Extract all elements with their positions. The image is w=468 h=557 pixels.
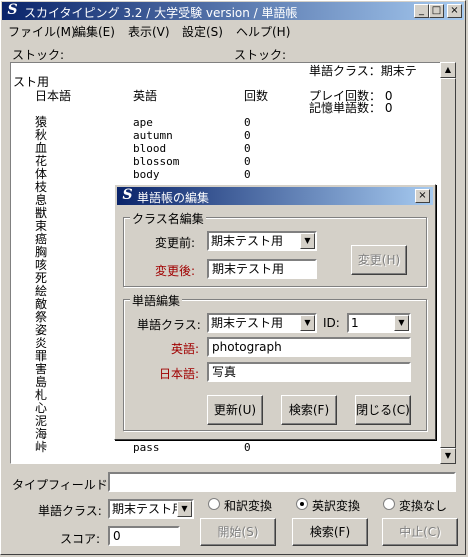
before-label: 変更前: [155, 236, 196, 250]
radio-no-conversion-label: 変換なし [399, 499, 448, 513]
dialog-title-bar[interactable]: S 単語帳の編集 × [117, 187, 433, 205]
chevron-down-icon[interactable]: ▼ [300, 315, 315, 331]
word-class-value: 期末テスト用 [211, 316, 284, 330]
dialog-title: 単語帳の編集 [137, 191, 210, 205]
radio-no-conversion[interactable] [383, 498, 395, 510]
scroll-thumb[interactable] [440, 78, 456, 448]
before-value: 期末テスト用 [211, 234, 284, 248]
row-count: 0 [244, 129, 251, 142]
app-icon: S [7, 2, 18, 18]
scroll-down-icon[interactable]: ▼ [440, 448, 456, 464]
chevron-down-icon[interactable]: ▼ [394, 315, 409, 331]
score-label: スコア: [60, 532, 101, 546]
word-class-select[interactable]: 期末テスト用 ▼ [207, 313, 317, 333]
close-button[interactable]: × [447, 4, 462, 18]
maximize-button[interactable]: □ [429, 4, 444, 18]
row-english: blood [133, 142, 167, 155]
row-english: ape [133, 116, 153, 129]
row-japanese: 峠 [35, 440, 48, 454]
chevron-down-icon[interactable]: ▼ [300, 233, 315, 249]
radio-en-translation[interactable] [296, 498, 308, 510]
dialog-app-icon: S [122, 187, 133, 203]
class-edit-title: クラス名編集 [130, 210, 206, 227]
header-jp: 日本語 [35, 89, 72, 103]
menu-edit[interactable]: 編集(E) [74, 23, 115, 40]
radio-en-translation-label: 英訳変換 [312, 499, 361, 513]
stop-button[interactable]: 中止(C) [382, 518, 458, 546]
japanese-label: 日本語: [159, 367, 200, 381]
vertical-scrollbar[interactable]: ▲ ▼ [440, 62, 456, 464]
menu-help[interactable]: ヘルプ(H) [236, 23, 290, 40]
row-count: 0 [244, 441, 251, 454]
start-button[interactable]: 開始(S) [200, 518, 276, 546]
stock-right-label: ストック: [234, 48, 287, 62]
word-edit-title: 単語編集 [130, 292, 183, 309]
japanese-input[interactable]: 写真 [207, 362, 411, 382]
type-field-input[interactable] [108, 472, 456, 492]
menu-file[interactable]: ファイル(M) [8, 23, 76, 40]
menu-bar: ファイル(M) 編集(E) 表示(V) 設定(S) ヘルプ(H) [2, 21, 464, 40]
change-button[interactable]: 変更(H) [351, 245, 407, 275]
id-value: 1 [351, 316, 359, 330]
bottom-class-select[interactable]: 期末テスト用 ▼ [108, 499, 194, 519]
title-bar[interactable]: S スカイタイピング 3.2 / 大学受験 version / 単語帳 _ □ … [2, 2, 464, 20]
row-count: 0 [244, 142, 251, 155]
menu-view[interactable]: 表示(V) [128, 23, 170, 40]
id-select[interactable]: 1 ▼ [347, 313, 411, 333]
id-label: ID: [323, 316, 340, 330]
dialog-search-button[interactable]: 検索(F) [281, 395, 337, 425]
score-field: 0 [108, 526, 180, 546]
bottom-search-button[interactable]: 検索(F) [292, 518, 368, 546]
dialog-close-button[interactable]: × [415, 189, 430, 203]
minimize-button[interactable]: _ [414, 4, 429, 18]
header-count: 回数 [244, 89, 269, 103]
bottom-class-value: 期末テスト用 [112, 502, 185, 516]
after-label: 変更後: [155, 264, 196, 278]
chevron-down-icon[interactable]: ▼ [177, 501, 192, 517]
after-input[interactable]: 期末テスト用 [207, 259, 317, 279]
row-english: blossom [133, 155, 180, 168]
dialog-close-text-button[interactable]: 閉じる(C) [355, 395, 411, 425]
scroll-up-icon[interactable]: ▲ [440, 62, 456, 78]
window-title: スカイタイピング 3.2 / 大学受験 version / 単語帳 [24, 6, 298, 20]
stock-left-label: ストック: [12, 48, 65, 62]
memorized-count: 記憶単語数： 0 [309, 101, 393, 115]
bottom-class-label: 単語クラス: [38, 504, 102, 518]
row-english: autumn [133, 129, 173, 142]
row-english: pass [133, 441, 160, 454]
english-input[interactable]: photograph [207, 337, 411, 357]
menu-settings[interactable]: 設定(S) [182, 23, 223, 40]
radio-jp-translation-label: 和訳変換 [224, 499, 273, 513]
row-english: body [133, 168, 160, 181]
row-count: 0 [244, 116, 251, 129]
row-count: 0 [244, 155, 251, 168]
edit-dialog: S 単語帳の編集 × クラス名編集 変更前: 期末テスト用 ▼ 変更後: 期末テ… [114, 184, 436, 440]
list-heading: スト用 [13, 75, 50, 89]
class-label: 単語クラス：期末テ [309, 64, 417, 78]
word-class-label: 単語クラス: [137, 318, 201, 332]
radio-jp-translation[interactable] [208, 498, 220, 510]
header-en: 英語 [133, 89, 158, 103]
update-button[interactable]: 更新(U) [207, 395, 263, 425]
before-select[interactable]: 期末テスト用 ▼ [207, 231, 317, 251]
english-label: 英語: [171, 342, 200, 356]
type-field-label: タイプフィールド: [12, 478, 112, 492]
row-count: 0 [244, 168, 251, 181]
